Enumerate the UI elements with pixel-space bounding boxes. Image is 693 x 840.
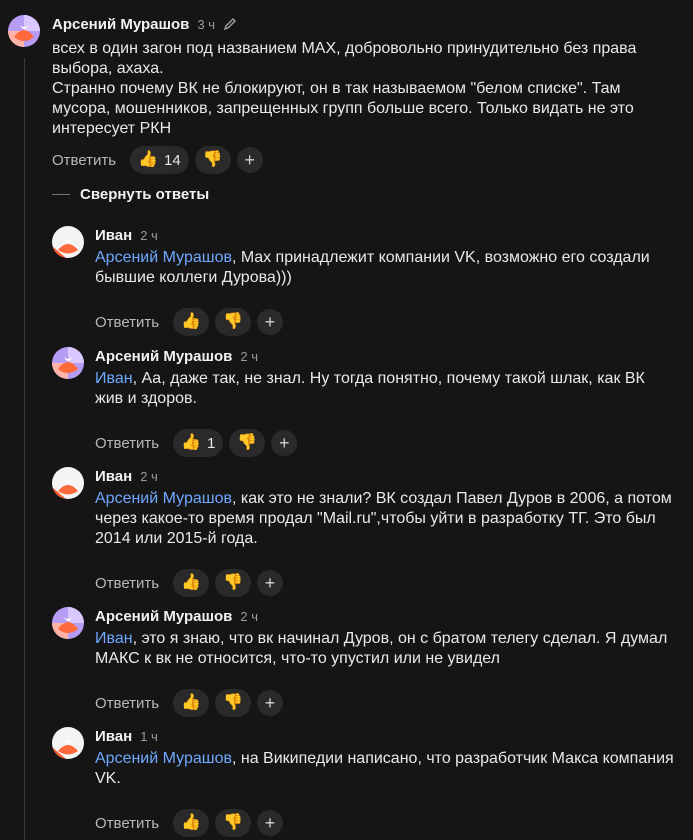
add-reaction-button[interactable]: + <box>271 430 298 456</box>
avatar-ivan[interactable] <box>52 226 84 258</box>
comment-time: 3 ч <box>197 16 216 32</box>
comment-time: 2 ч <box>140 227 158 243</box>
like-button[interactable]: 👍 <box>173 689 210 717</box>
avatar-arseniy[interactable] <box>8 15 40 47</box>
dislike-button[interactable]: 👎 <box>194 146 231 174</box>
mention-link[interactable]: Арсений Мурашов <box>95 750 232 767</box>
mention-link[interactable]: Арсений Мурашов <box>95 249 232 266</box>
reply-button[interactable]: Ответить <box>95 435 159 452</box>
add-reaction-button[interactable]: + <box>236 147 263 173</box>
comment-author[interactable]: Арсений Мурашов <box>95 348 232 365</box>
comment-author[interactable]: Арсений Мурашов <box>95 608 232 625</box>
reply-button[interactable]: Ответить <box>95 815 159 832</box>
like-count: 14 <box>164 151 181 169</box>
reply-button[interactable]: Ответить <box>95 575 159 592</box>
thumbs-up-icon: 👍 <box>181 694 202 711</box>
add-reaction-button[interactable]: + <box>256 570 283 596</box>
comment-author[interactable]: Иван <box>95 227 132 244</box>
comment-text: Арсений Мурашов, Max принадлежит компани… <box>95 248 675 288</box>
add-reaction-button[interactable]: + <box>256 810 283 836</box>
dislike-button[interactable]: 👎 <box>229 429 266 457</box>
like-button[interactable]: 👍 <box>173 569 210 597</box>
thumbs-down-icon: 👎 <box>223 694 243 711</box>
reply-button[interactable]: Ответить <box>52 152 116 169</box>
plus-icon: + <box>244 149 255 170</box>
mention-link[interactable]: Иван <box>95 630 133 647</box>
add-reaction-button[interactable]: + <box>256 309 283 335</box>
dislike-button[interactable]: 👎 <box>215 569 251 597</box>
plus-icon: + <box>264 812 276 833</box>
like-button[interactable]: 👍 14 <box>130 146 189 174</box>
thumbs-down-icon: 👎 <box>202 151 223 168</box>
thumbs-down-icon: 👎 <box>237 434 258 451</box>
thumbs-up-icon: 👍 <box>181 814 202 831</box>
collapse-dash <box>52 194 70 195</box>
plus-icon: + <box>279 432 290 453</box>
thumbs-up-icon: 👍 <box>181 574 202 591</box>
dislike-button[interactable]: 👎 <box>215 689 251 717</box>
comment-text: Иван, это я знаю, что вк начинал Дуров, … <box>95 629 675 669</box>
reply-button[interactable]: Ответить <box>95 314 159 331</box>
comment-author[interactable]: Иван <box>95 728 132 745</box>
thumbs-up-icon: 👍 <box>138 151 159 168</box>
add-reaction-button[interactable]: + <box>256 690 283 716</box>
comment-body: , это я знаю, что вк начинал Дуров, он с… <box>95 630 672 667</box>
comment-text: Арсений Мурашов, как это не знали? ВК со… <box>95 489 675 549</box>
like-count: 1 <box>207 434 216 452</box>
thumbs-down-icon: 👎 <box>223 574 243 591</box>
collapse-label: Свернуть ответы <box>80 186 210 203</box>
comment-body: , Аа, даже так, не знал. Ну тогда понятн… <box>95 370 650 407</box>
mention-link[interactable]: Иван <box>95 370 133 387</box>
comment-time: 1 ч <box>140 728 158 744</box>
avatar-ivan[interactable] <box>52 467 84 499</box>
reply-button[interactable]: Ответить <box>95 695 159 712</box>
comment-time: 2 ч <box>140 468 158 484</box>
thumbs-up-icon: 👍 <box>181 434 202 451</box>
collapse-replies-button[interactable]: Свернуть ответы <box>52 186 209 203</box>
thumbs-up-icon: 👍 <box>181 313 202 330</box>
plus-icon: + <box>264 311 276 332</box>
avatar-ivan[interactable] <box>52 727 84 759</box>
like-button[interactable]: 👍 <box>173 809 210 837</box>
dislike-button[interactable]: 👎 <box>215 809 251 837</box>
thumbs-down-icon: 👎 <box>223 814 243 831</box>
avatar-arseniy[interactable] <box>52 347 84 379</box>
comment-text: Иван, Аа, даже так, не знал. Ну тогда по… <box>95 369 675 409</box>
comment-time: 2 ч <box>240 608 259 624</box>
plus-icon: + <box>264 692 276 713</box>
plus-icon: + <box>264 572 276 593</box>
comment-text: всех в один загон под названием MAX, доб… <box>52 40 637 137</box>
mention-link[interactable]: Арсений Мурашов <box>95 490 232 507</box>
thread-line <box>24 58 25 840</box>
comment-text: Арсений Мурашов, на Википедии написано, … <box>95 749 675 789</box>
comment-time: 2 ч <box>240 348 259 364</box>
comment-author[interactable]: Арсений Мурашов <box>52 16 189 33</box>
pencil-icon[interactable] <box>223 17 237 31</box>
like-button[interactable]: 👍 <box>173 308 210 336</box>
thumbs-down-icon: 👎 <box>223 313 243 330</box>
dislike-button[interactable]: 👎 <box>215 308 251 336</box>
avatar-arseniy[interactable] <box>52 607 84 639</box>
comment-author[interactable]: Иван <box>95 468 132 485</box>
like-button[interactable]: 👍 1 <box>173 429 224 457</box>
